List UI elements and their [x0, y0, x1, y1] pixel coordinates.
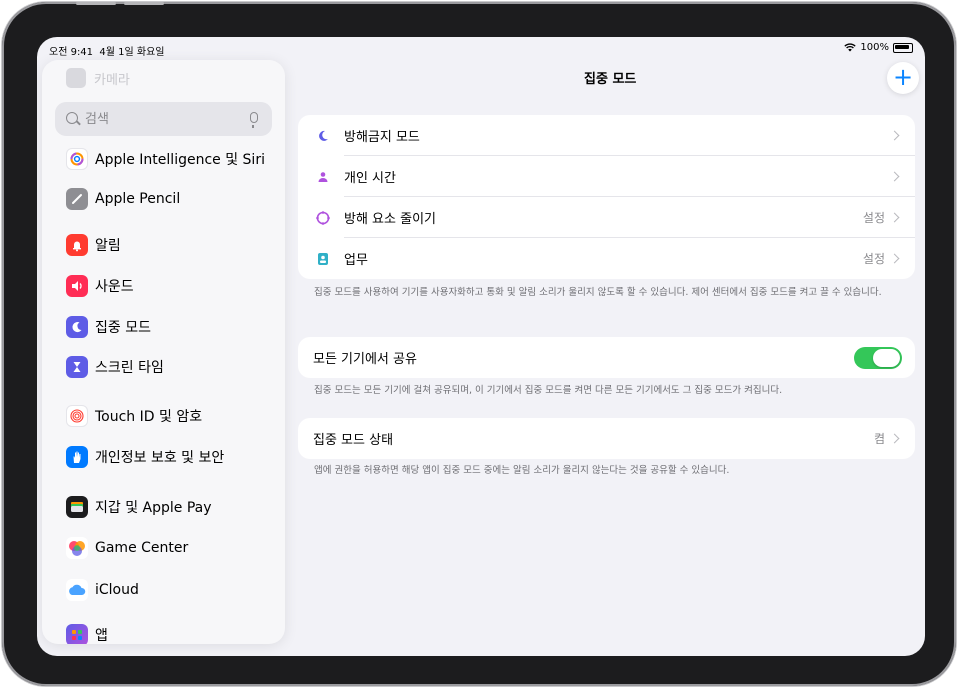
- sidebar-item-apps[interactable]: 앱: [66, 622, 108, 644]
- speaker-icon: [66, 275, 88, 297]
- sidebar-item-label: 알림: [95, 238, 121, 254]
- status-footnote: 앱에 권한을 허용하면 해당 앱이 집중 모드 중에는 알림 소리가 울리지 않…: [314, 465, 730, 476]
- sidebar-item-screen-time[interactable]: 스크린 타임: [66, 354, 164, 380]
- chevron-right-icon: [889, 433, 900, 444]
- pencil-icon: [66, 188, 88, 210]
- sidebar-item-sounds[interactable]: 사운드: [66, 273, 134, 299]
- search-bar[interactable]: [55, 102, 272, 136]
- bell-icon: [66, 234, 88, 256]
- page-title: 집중 모드: [584, 72, 637, 87]
- focus-footnote: 집중 모드를 사용하여 기기를 사용자화하고 통화 및 알림 소리가 울리지 않…: [314, 287, 882, 298]
- status-time-date: 오전 9:41 4월 1일 화요일: [49, 47, 165, 58]
- apps-icon: [66, 624, 88, 644]
- focus-row-value: 설정: [862, 211, 885, 225]
- person-icon: [313, 171, 333, 183]
- reduce-interruptions-icon: [313, 210, 333, 226]
- focus-modes-list: 방해금지 모드 개인 시간 방해 요소 줄이기 설정 업무 설정: [298, 115, 915, 279]
- sidebar: 카메라 Apple Intelligence 및 Siri Apple Penc…: [42, 60, 285, 644]
- focus-row-do-not-disturb[interactable]: 방해금지 모드: [298, 115, 915, 156]
- battery-percent: 100%: [860, 42, 889, 53]
- sidebar-item-label: 개인정보 보호 및 보안: [95, 450, 225, 466]
- focus-row-reduce-interruptions[interactable]: 방해 요소 줄이기 설정: [298, 197, 915, 238]
- sidebar-item-notifications[interactable]: 알림: [66, 232, 121, 258]
- sidebar-item-touch-id[interactable]: Touch ID 및 암호: [66, 403, 202, 429]
- sidebar-item-apple-pencil[interactable]: Apple Pencil: [66, 186, 180, 212]
- fingerprint-icon: [66, 405, 88, 427]
- battery-icon: [893, 42, 913, 53]
- moon-icon: [66, 316, 88, 338]
- sidebar-item-label: 카메라: [94, 72, 130, 88]
- apple-intelligence-icon: [66, 148, 88, 170]
- chevron-right-icon: [889, 253, 900, 264]
- sidebar-item-label: 사운드: [95, 279, 134, 295]
- sidebar-item-apple-intelligence[interactable]: Apple Intelligence 및 Siri: [66, 146, 265, 172]
- focus-row-label: 방해금지 모드: [344, 130, 420, 145]
- search-input[interactable]: [85, 109, 235, 129]
- share-label: 모든 기기에서 공유: [313, 352, 417, 367]
- status-right: 100%: [844, 42, 913, 53]
- sidebar-item-label: 지갑 및 Apple Pay: [95, 500, 212, 516]
- chevron-right-icon: [889, 130, 900, 141]
- sidebar-item-label: Apple Pencil: [95, 191, 181, 207]
- focus-status-value: 켬: [873, 432, 885, 446]
- focus-status-label: 집중 모드 상태: [313, 433, 394, 448]
- share-footnote: 집중 모드는 모든 기기에 걸쳐 공유되며, 이 기기에서 집중 모드를 켜면 …: [314, 385, 783, 396]
- camera-icon: [66, 68, 86, 88]
- wifi-icon: [844, 43, 857, 52]
- add-focus-button[interactable]: +: [887, 62, 919, 94]
- microphone-icon[interactable]: [250, 112, 258, 128]
- chevron-right-icon: [889, 212, 900, 223]
- sidebar-item-label: 집중 모드: [95, 320, 151, 336]
- sidebar-item-label: Apple Intelligence 및 Siri: [95, 152, 265, 168]
- focus-row-label: 개인 시간: [344, 171, 396, 186]
- ipad-frame: 오전 9:41 4월 1일 화요일 100% 카메라 Appl: [2, 2, 956, 686]
- search-icon: [66, 112, 78, 124]
- focus-row-value: 설정: [862, 252, 885, 266]
- game-center-icon: [66, 537, 88, 559]
- volume-button: [76, 2, 116, 5]
- focus-row-personal[interactable]: 개인 시간: [298, 156, 915, 197]
- sidebar-item-label: Touch ID 및 암호: [95, 409, 203, 425]
- sidebar-item-wallet[interactable]: 지갑 및 Apple Pay: [66, 494, 212, 520]
- moon-icon: [313, 129, 333, 143]
- sidebar-item-privacy[interactable]: 개인정보 보호 및 보안: [66, 444, 224, 470]
- focus-status-row[interactable]: 집중 모드 상태 켬: [298, 418, 915, 459]
- sidebar-item-label: iCloud: [95, 582, 139, 598]
- sidebar-item-label: Game Center: [95, 540, 189, 556]
- sidebar-item-label: 스크린 타임: [95, 360, 164, 376]
- hand-icon: [66, 446, 88, 468]
- volume-button: [124, 2, 164, 5]
- sidebar-item-label: 앱: [95, 628, 108, 644]
- screen: 오전 9:41 4월 1일 화요일 100% 카메라 Appl: [37, 37, 925, 656]
- focus-row-work[interactable]: 업무 설정: [298, 238, 915, 279]
- hourglass-icon: [66, 356, 88, 378]
- share-across-devices-row: 모든 기기에서 공유: [298, 337, 915, 378]
- share-group: 모든 기기에서 공유: [298, 337, 915, 378]
- focus-row-label: 방해 요소 줄이기: [344, 212, 436, 227]
- sidebar-item-icloud[interactable]: iCloud: [66, 577, 139, 603]
- sidebar-item-game-center[interactable]: Game Center: [66, 535, 188, 561]
- chevron-right-icon: [889, 171, 900, 182]
- wallet-icon: [66, 496, 88, 518]
- sidebar-item-focus[interactable]: 집중 모드: [66, 314, 151, 340]
- share-toggle[interactable]: [854, 346, 902, 369]
- cloud-icon: [66, 579, 88, 601]
- status-bar: 오전 9:41 4월 1일 화요일 100%: [37, 37, 925, 61]
- focus-status-group: 집중 모드 상태 켬: [298, 418, 915, 459]
- sidebar-item-camera[interactable]: 카메라: [66, 68, 130, 88]
- focus-row-label: 업무: [344, 253, 368, 268]
- id-badge-icon: [313, 252, 333, 266]
